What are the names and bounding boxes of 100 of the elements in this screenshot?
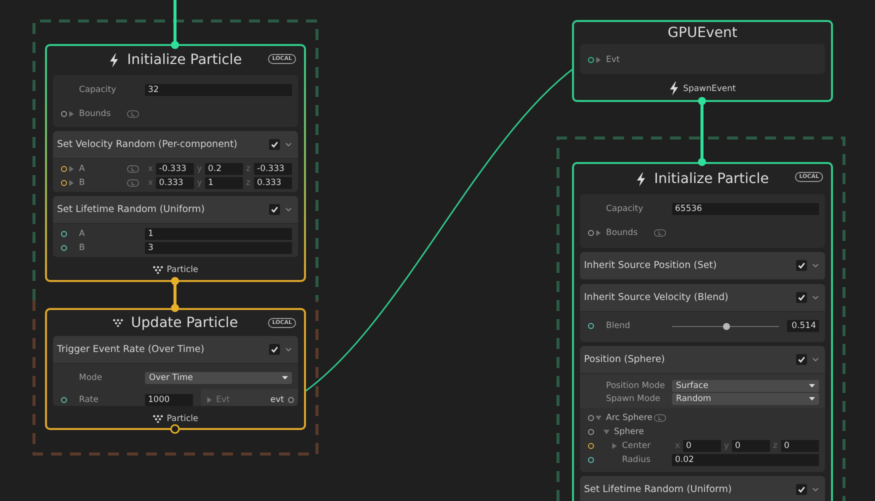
block-title: Inherit Source Velocity (Blend) [584,292,730,303]
expand-arrow-icon[interactable] [69,166,74,172]
space-badge-icon[interactable] [127,164,139,173]
enable-checkbox[interactable] [269,204,280,215]
property-label: Blend [606,321,632,331]
dropdown[interactable]: Surface [672,380,819,392]
chevron-icon[interactable] [812,357,819,362]
expand-arrow-icon[interactable] [596,416,602,420]
enable-checkbox[interactable] [796,292,807,303]
output-label: SpawnEvent [683,84,736,94]
input-port-icon[interactable] [61,230,67,237]
caret-icon [809,396,815,400]
output-port-icon[interactable] [288,397,294,404]
space-badge-icon[interactable] [127,178,139,187]
property-label: Capacity [606,204,644,214]
value-field[interactable]: -0.333 [156,162,194,175]
output-label: Particle [166,265,198,276]
flow-port-icon[interactable] [698,158,706,166]
chevron-icon[interactable] [812,487,819,492]
flow-port-icon[interactable] [171,277,179,285]
property-label: Evt [606,55,621,66]
value-field[interactable]: 0.02 [672,454,819,466]
value-field[interactable]: 0 [683,440,721,452]
value-field[interactable]: 0.2 [205,162,243,175]
flow-port-icon[interactable] [171,41,179,49]
property-label: Spawn Mode [606,394,662,404]
value-field[interactable]: 0.333 [156,176,194,189]
output-label: Particle [166,414,198,424]
property-label: A [79,164,86,174]
property-label: Position Mode [606,380,666,390]
chevron-icon[interactable] [285,206,292,212]
property-label: Capacity [79,84,118,95]
value-field[interactable]: 0 [732,440,770,452]
value-field[interactable]: 0.514 [787,320,819,332]
chevron-icon[interactable] [812,295,819,300]
particles-icon [113,319,124,328]
enable-checkbox[interactable] [796,260,807,271]
property-label: B [79,242,86,253]
input-port-icon[interactable] [61,180,67,186]
flow-port-icon[interactable] [170,424,180,434]
flow-port-icon[interactable] [171,304,179,312]
value-field[interactable]: 1000 [145,394,193,406]
value-field[interactable]: 1 [205,176,243,189]
expand-arrow-icon[interactable] [596,230,601,236]
slider-thumb[interactable] [723,322,730,330]
input-port-icon[interactable] [588,443,594,449]
enable-checkbox[interactable] [269,138,280,150]
node-title: GPUEvent [668,25,738,42]
enable-checkbox[interactable] [796,484,807,495]
expand-arrow-icon[interactable] [612,443,617,449]
block-title: Position (Sphere) [584,354,666,365]
value-field[interactable]: 32 [145,84,292,96]
flow-port-icon[interactable] [698,97,706,105]
input-port-icon[interactable] [61,397,67,404]
value-field[interactable]: 0 [781,440,819,452]
space-badge-icon[interactable] [127,110,139,118]
input-port-icon[interactable] [588,230,594,236]
output-port-label: evt [270,395,284,406]
output-label: Evt [216,395,231,406]
block-title: Set Velocity Random (Per-component) [57,138,238,150]
input-port-icon[interactable] [61,166,67,172]
value-field[interactable]: -0.333 [254,162,292,175]
value-field[interactable]: 3 [145,242,292,254]
input-port-icon[interactable] [588,415,594,421]
value-field[interactable]: 0.333 [254,176,292,189]
dropdown[interactable]: Over Time [145,372,292,384]
input-port-icon[interactable] [588,429,594,435]
expand-arrow-icon[interactable] [596,57,601,64]
dropdown-value: Over Time [149,373,194,384]
check-icon [270,345,279,354]
property-label: Arc Sphere [606,413,654,423]
input-port-icon[interactable] [588,57,594,64]
property-label: B [79,178,86,188]
chevron-icon[interactable] [285,142,292,147]
chevron-icon[interactable] [285,347,292,352]
enable-checkbox[interactable] [796,354,807,365]
lightning-icon [636,172,646,186]
expand-arrow-icon[interactable] [69,110,74,117]
caret-icon [809,384,815,388]
input-port-icon[interactable] [588,457,594,463]
enable-checkbox[interactable] [269,344,280,356]
expand-arrow-icon[interactable] [69,180,74,186]
input-port-icon[interactable] [61,110,67,117]
input-port-icon[interactable] [588,323,594,329]
expand-arrow-icon [207,397,212,404]
value-field[interactable]: 65536 [672,203,819,215]
block-title: Inherit Source Position (Set) [584,260,718,271]
block-title: Set Lifetime Random (Uniform) [584,484,733,495]
check-icon [270,204,279,214]
property-label: Mode [79,373,104,384]
property-label: Bounds [79,108,112,119]
value-field[interactable]: 1 [145,228,292,240]
caret-icon [282,376,288,380]
check-icon [797,355,806,364]
space-badge-icon[interactable] [654,414,666,422]
expand-arrow-icon[interactable] [604,430,610,434]
chevron-icon[interactable] [812,263,819,268]
dropdown[interactable]: Random [672,392,819,404]
space-badge-icon[interactable] [654,229,666,237]
input-port-icon[interactable] [61,244,67,251]
